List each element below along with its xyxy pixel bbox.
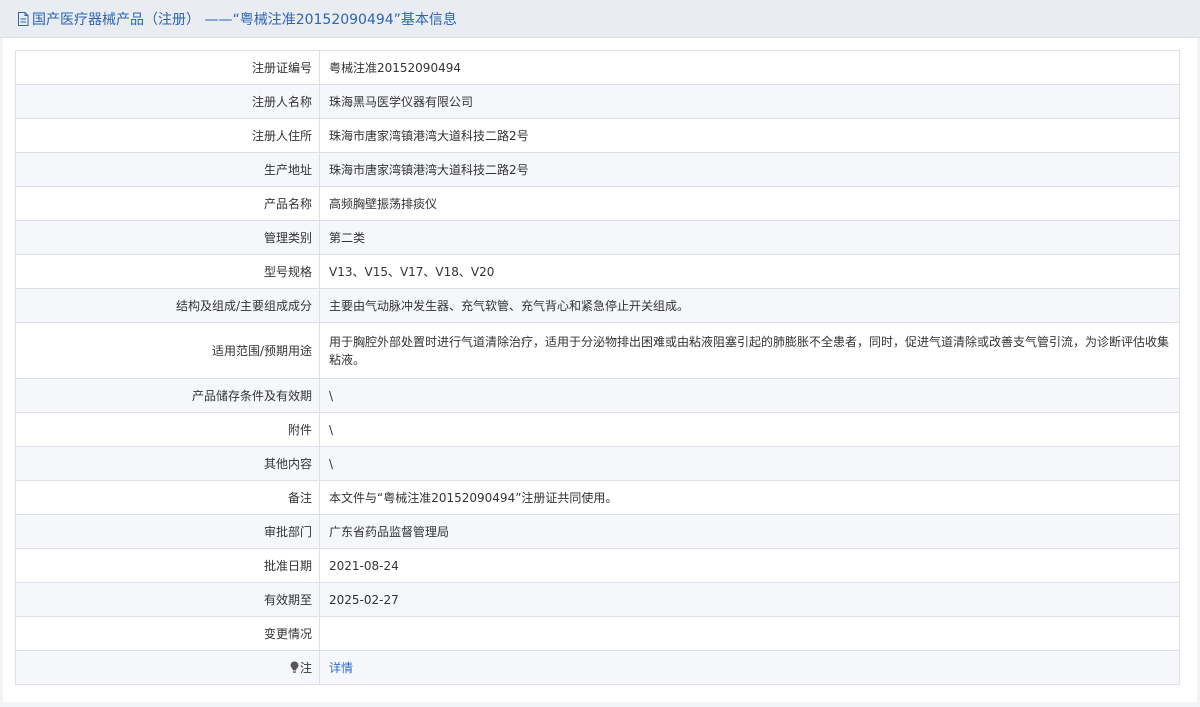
table-row: 注册人名称 珠海黑马医学仪器有限公司 bbox=[15, 84, 1180, 119]
table-row: 备注 本文件与“粤械注准20152090494”注册证共同使用。 bbox=[15, 480, 1180, 515]
row-label: 产品名称 bbox=[15, 186, 320, 221]
row-label: 批准日期 bbox=[15, 548, 320, 583]
row-value: 粤械注准20152090494 bbox=[319, 50, 1180, 85]
table-row: 管理类别 第二类 bbox=[15, 220, 1180, 255]
row-value: 第二类 bbox=[319, 220, 1180, 255]
table-row: 注册证编号 粤械注准20152090494 bbox=[15, 50, 1180, 85]
row-label: 管理类别 bbox=[15, 220, 320, 255]
page-header: 国产医疗器械产品（注册） ——“粤械注准20152090494”基本信息 bbox=[0, 0, 1200, 38]
row-label: 审批部门 bbox=[15, 514, 320, 549]
detail-link[interactable]: 详情 bbox=[329, 661, 353, 675]
table-row: 附件 \ bbox=[15, 412, 1180, 447]
table-row: 型号规格 V13、V15、V17、V18、V20 bbox=[15, 254, 1180, 289]
table-row: 产品名称 高频胸壁振荡排痰仪 bbox=[15, 186, 1180, 221]
row-label: 备注 bbox=[15, 480, 320, 515]
row-value: 详情 bbox=[319, 650, 1180, 685]
note-label: 注 bbox=[15, 650, 320, 685]
table-row: 结构及组成/主要组成成分 主要由气动脉冲发生器、充气软管、充气背心和紧急停止开关… bbox=[15, 288, 1180, 323]
row-value: 珠海市唐家湾镇港湾大道科技二路2号 bbox=[319, 118, 1180, 153]
row-label: 适用范围/预期用途 bbox=[15, 322, 320, 379]
row-value: 用于胸腔外部处置时进行气道清除治疗，适用于分泌物排出困难或由粘液阻塞引起的肺膨胀… bbox=[319, 322, 1180, 379]
row-label: 产品储存条件及有效期 bbox=[15, 378, 320, 413]
document-icon bbox=[18, 11, 29, 26]
row-label: 变更情况 bbox=[15, 616, 320, 651]
row-value: 主要由气动脉冲发生器、充气软管、充气背心和紧急停止开关组成。 bbox=[319, 288, 1180, 323]
row-value: 2025-02-27 bbox=[319, 582, 1180, 617]
info-panel: 注册证编号 粤械注准20152090494 注册人名称 珠海黑马医学仪器有限公司… bbox=[3, 38, 1197, 702]
table-row: 变更情况 bbox=[15, 616, 1180, 651]
table-row: 注 详情 bbox=[15, 650, 1180, 685]
row-label: 结构及组成/主要组成成分 bbox=[15, 288, 320, 323]
lightbulb-icon bbox=[290, 661, 299, 673]
table-row: 生产地址 珠海市唐家湾镇港湾大道科技二路2号 bbox=[15, 152, 1180, 187]
table-row: 有效期至 2025-02-27 bbox=[15, 582, 1180, 617]
row-label: 注册人住所 bbox=[15, 118, 320, 153]
row-label: 有效期至 bbox=[15, 582, 320, 617]
row-label: 型号规格 bbox=[15, 254, 320, 289]
row-value: 本文件与“粤械注准20152090494”注册证共同使用。 bbox=[319, 480, 1180, 515]
table-row: 审批部门 广东省药品监督管理局 bbox=[15, 514, 1180, 549]
row-value: 高频胸壁振荡排痰仪 bbox=[319, 186, 1180, 221]
table-row: 注册人住所 珠海市唐家湾镇港湾大道科技二路2号 bbox=[15, 118, 1180, 153]
row-value: 广东省药品监督管理局 bbox=[319, 514, 1180, 549]
row-value: \ bbox=[319, 412, 1180, 447]
row-label: 附件 bbox=[15, 412, 320, 447]
row-value: 珠海黑马医学仪器有限公司 bbox=[319, 84, 1180, 119]
row-value: 珠海市唐家湾镇港湾大道科技二路2号 bbox=[319, 152, 1180, 187]
row-value bbox=[319, 616, 1180, 651]
row-value: 2021-08-24 bbox=[319, 548, 1180, 583]
note-label-text: 注 bbox=[299, 660, 312, 675]
table-row: 其他内容 \ bbox=[15, 446, 1180, 481]
row-value: \ bbox=[319, 378, 1180, 413]
row-label: 生产地址 bbox=[15, 152, 320, 187]
page-title: 国产医疗器械产品（注册） ——“粤械注准20152090494”基本信息 bbox=[32, 11, 457, 28]
row-label: 注册证编号 bbox=[15, 50, 320, 85]
row-value: V13、V15、V17、V18、V20 bbox=[319, 254, 1180, 289]
row-label: 其他内容 bbox=[15, 446, 320, 481]
table-row: 产品储存条件及有效期 \ bbox=[15, 378, 1180, 413]
table-row: 适用范围/预期用途 用于胸腔外部处置时进行气道清除治疗，适用于分泌物排出困难或由… bbox=[15, 322, 1180, 379]
info-table: 注册证编号 粤械注准20152090494 注册人名称 珠海黑马医学仪器有限公司… bbox=[15, 50, 1180, 685]
table-row: 批准日期 2021-08-24 bbox=[15, 548, 1180, 583]
row-value: \ bbox=[319, 446, 1180, 481]
row-label: 注册人名称 bbox=[15, 84, 320, 119]
